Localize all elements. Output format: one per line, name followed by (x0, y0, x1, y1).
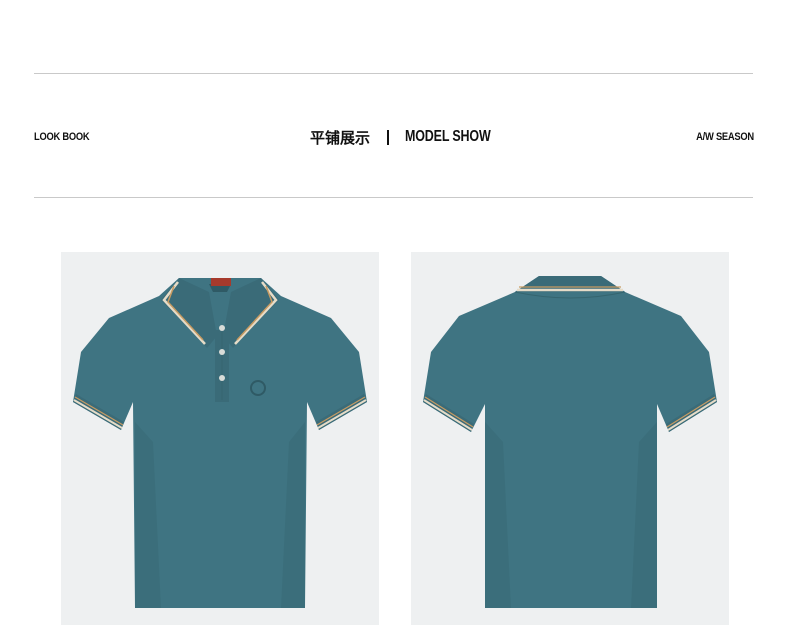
top-divider-line (34, 73, 753, 74)
section-title-cn: 平铺展示 (310, 128, 371, 147)
product-photo-front (61, 252, 379, 625)
polo-shirt-back-image (423, 276, 717, 608)
section-title-en: MODEL SHOW (405, 128, 491, 145)
polo-shirt-front-image (73, 278, 367, 608)
product-photo-back (411, 252, 729, 625)
look-book-label: LOOK BOOK (34, 131, 90, 143)
bottom-divider-line (34, 197, 753, 198)
title-separator (387, 129, 390, 145)
section-title: 平铺展示 MODEL SHOW (310, 126, 515, 148)
season-label: A/W SEASON (696, 131, 754, 143)
